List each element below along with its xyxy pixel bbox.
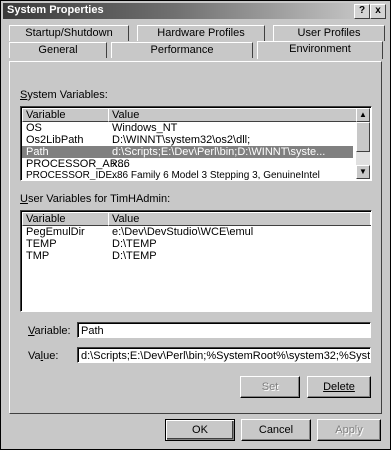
list-item[interactable]: TEMP D:\TEMP <box>22 238 368 250</box>
system-variables-label: System Variables: <box>20 89 108 101</box>
value-field-label: Value: <box>28 350 59 362</box>
list-item[interactable]: PROCESSOR_IDE... x86 Family 6 Model 3 Ste… <box>22 170 353 180</box>
delete-button[interactable]: Delete <box>307 376 371 398</box>
variable-field-label: Variable: <box>28 325 71 337</box>
system-variables-header: Variable Value <box>22 108 370 122</box>
system-variables-list[interactable]: Variable Value OS Windows_NT Os2LibPath D:… <box>20 106 372 181</box>
system-properties-dialog: System Properties ? x Startup/Shutdown H… <box>0 0 391 450</box>
tab-environment[interactable]: Environment <box>257 41 383 59</box>
scroll-down-icon[interactable]: ▼ <box>356 165 370 179</box>
help-button[interactable]: ? <box>354 4 370 19</box>
apply-button[interactable]: Apply <box>317 419 381 441</box>
tab-general[interactable]: General <box>9 42 107 58</box>
list-item[interactable]: Os2LibPath D:\WINNT\system32\os2\dll; <box>22 134 353 146</box>
tab-startup-shutdown[interactable]: Startup/Shutdown <box>9 25 129 41</box>
user-variables-label: User Variables for TimHAdmin: <box>20 193 171 205</box>
title-bar: System Properties ? x <box>3 3 386 19</box>
user-variables-list[interactable]: Variable Value PegEmulDir e:\Dev\DevStudi… <box>20 210 372 312</box>
system-variables-scrollbar[interactable]: ▲ ▼ <box>356 108 370 179</box>
tab-row-front: General Performance Environment <box>7 41 386 59</box>
variable-field[interactable]: Path <box>77 322 371 338</box>
list-item[interactable]: OS Windows_NT <box>22 122 353 134</box>
tab-performance[interactable]: Performance <box>111 42 253 58</box>
tab-user-profiles[interactable]: User Profiles <box>273 25 385 41</box>
tab-hardware-profiles[interactable]: Hardware Profiles <box>137 25 265 41</box>
column-variable[interactable]: Variable <box>22 108 109 122</box>
scroll-up-icon[interactable]: ▲ <box>356 108 370 122</box>
tab-row-back: Startup/Shutdown Hardware Profiles User … <box>7 25 386 41</box>
column-value[interactable]: Value <box>108 108 357 122</box>
column-value[interactable]: Value <box>108 212 371 226</box>
ok-button[interactable]: OK <box>165 419 235 441</box>
column-variable[interactable]: Variable <box>22 212 109 226</box>
list-item[interactable]: PROCESSOR_AR... x86 <box>22 158 353 170</box>
list-item[interactable]: TMP D:\TEMP <box>22 250 368 262</box>
window-title: System Properties <box>7 4 104 16</box>
close-button[interactable]: x <box>370 4 386 19</box>
user-variables-header: Variable Value <box>22 212 371 226</box>
list-item[interactable]: PegEmulDir e:\Dev\DevStudio\WCE\emul <box>22 226 368 238</box>
list-item-selected[interactable]: Path d:\Scripts;E:\Dev\Perl\bin;D:\WINNT\… <box>22 146 353 158</box>
value-field[interactable]: d:\Scripts;E:\Dev\Perl\bin;%SystemRoot%\… <box>77 347 371 363</box>
scrollbar-thumb[interactable] <box>356 122 370 152</box>
cancel-button[interactable]: Cancel <box>241 419 311 441</box>
environment-panel: System Variables: Variable Value OS Windo… <box>9 61 382 414</box>
set-button[interactable]: Set <box>240 376 300 398</box>
